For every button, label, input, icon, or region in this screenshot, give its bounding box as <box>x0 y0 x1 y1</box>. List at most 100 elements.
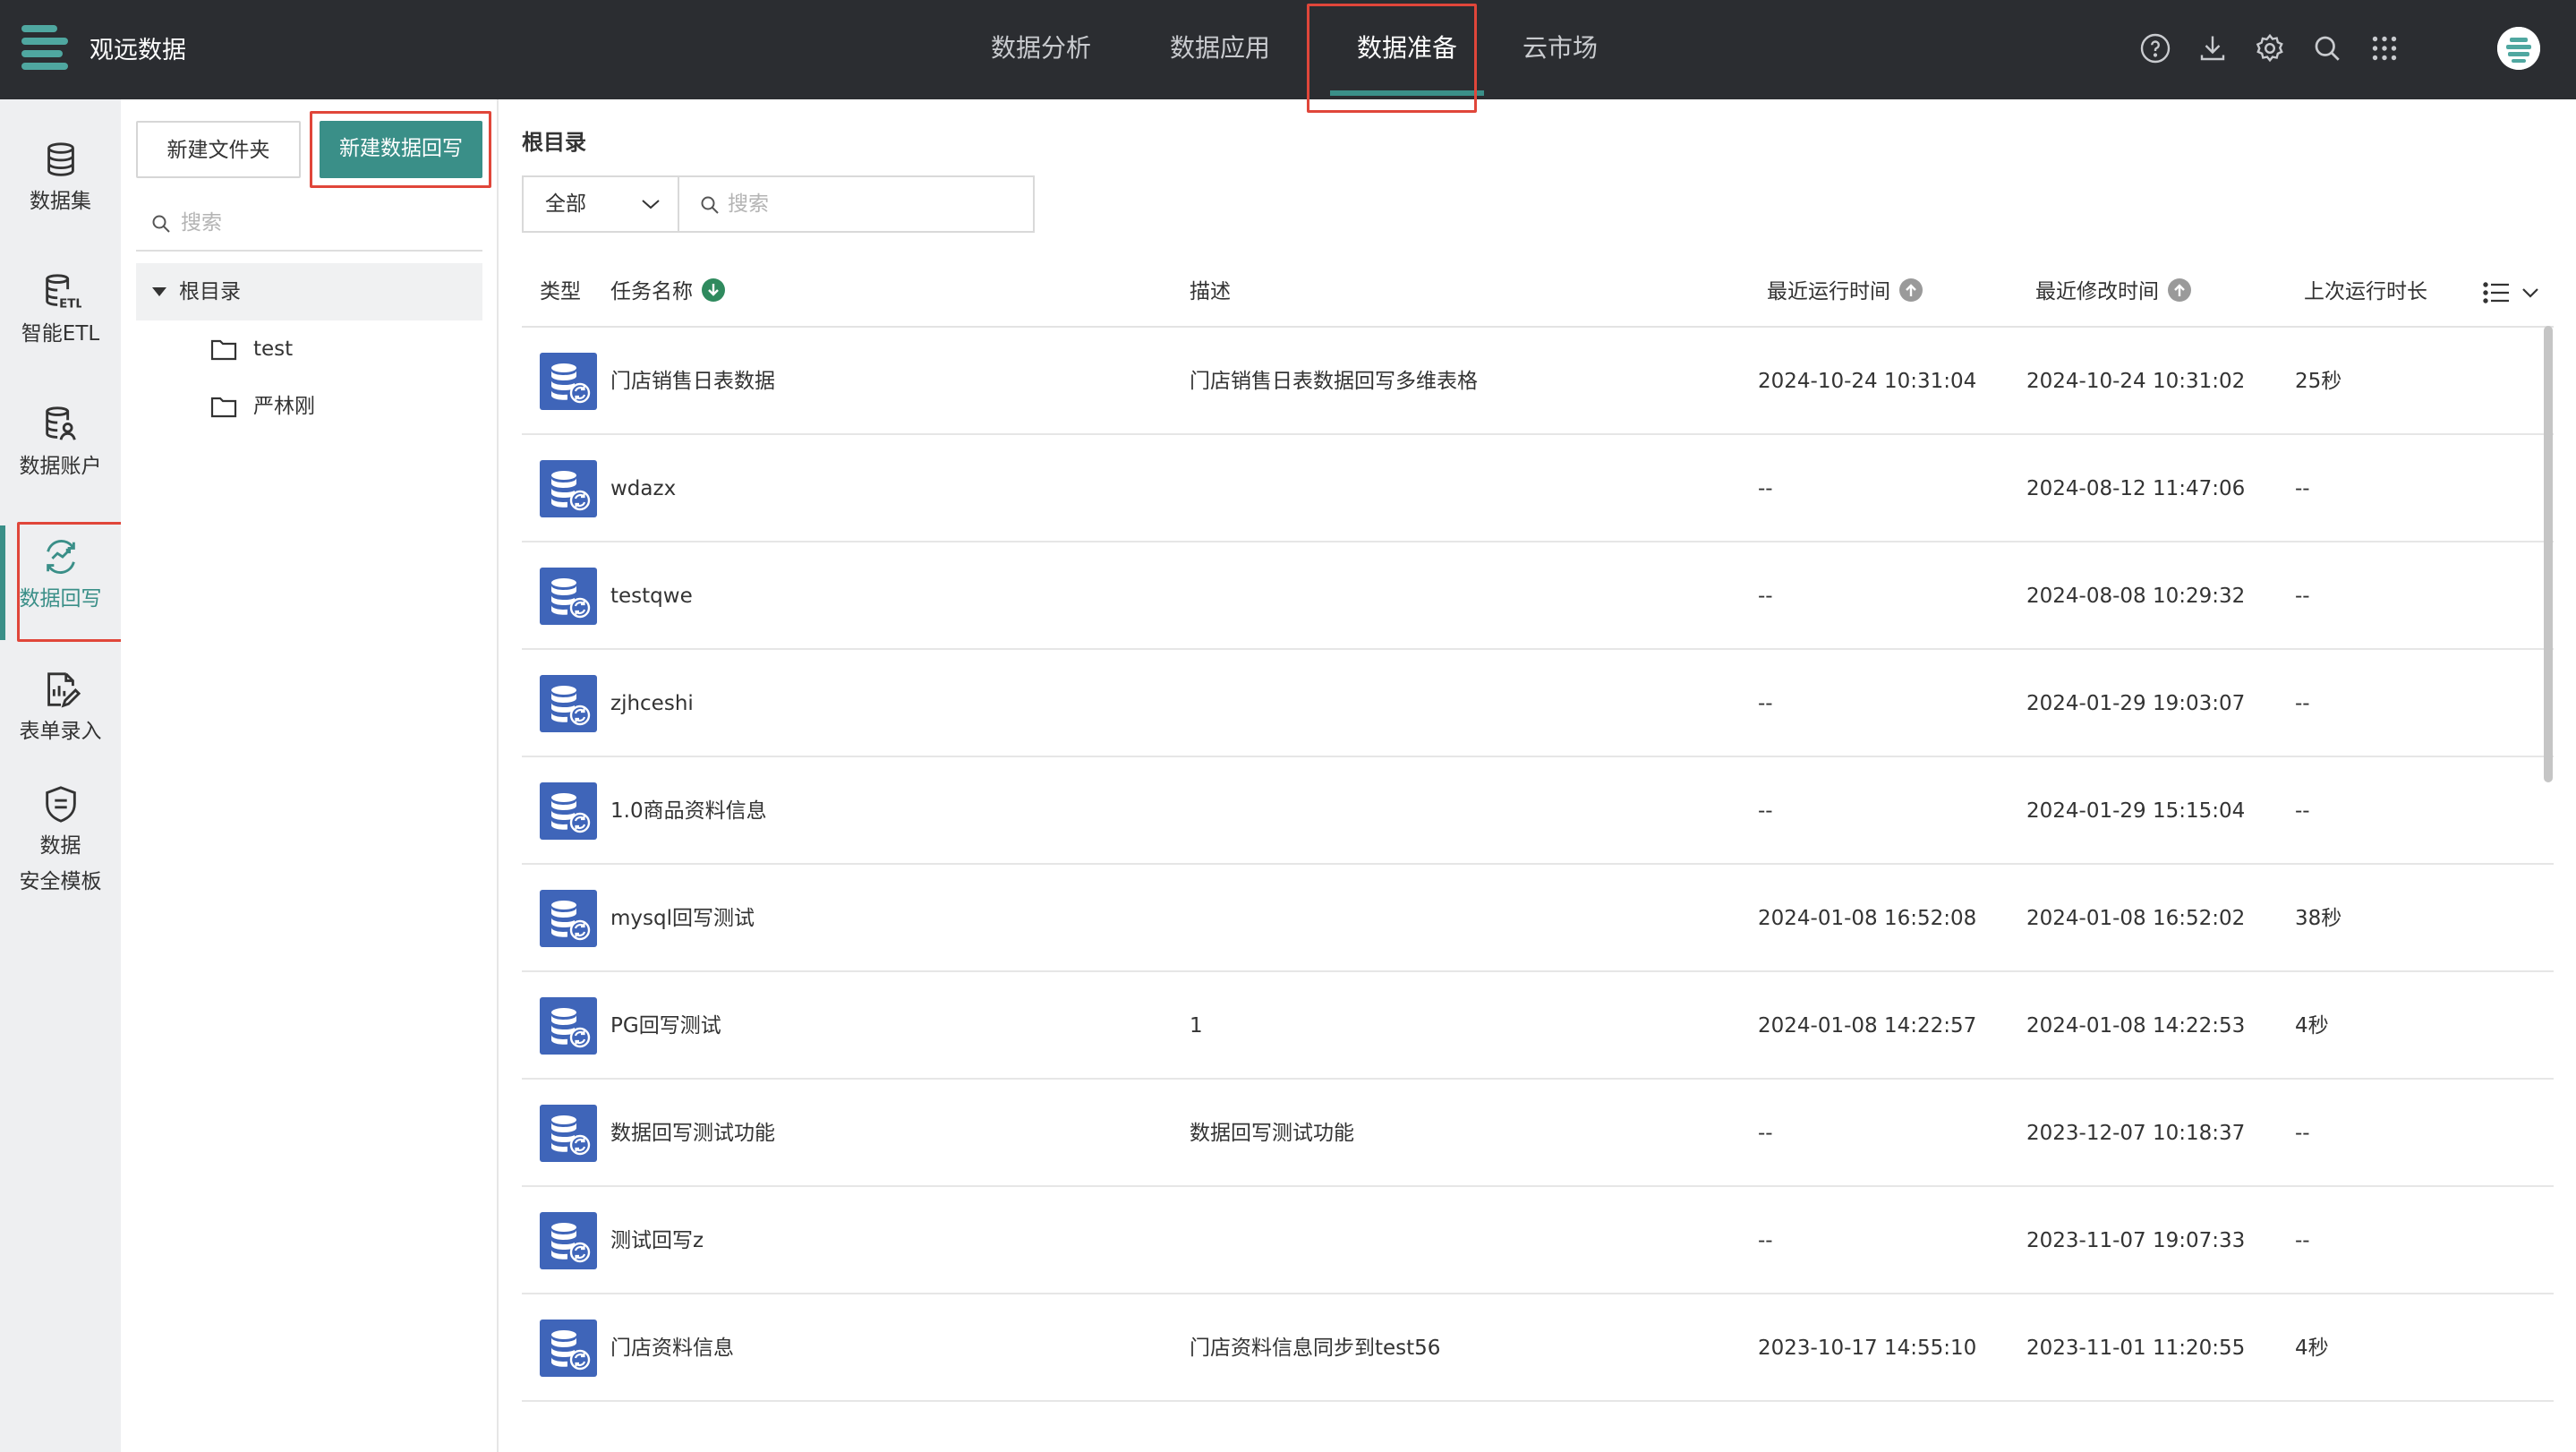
cell-duration: -- <box>2295 477 2310 500</box>
cell-description: 门店销售日表数据回写多维表格 <box>1190 370 1478 393</box>
breadcrumb: 根目录 <box>522 130 586 155</box>
table-row[interactable]: mysql回写测试 2024-01-08 16:52:08 2024-01-08 1… <box>522 865 2554 972</box>
cell-last-modified: 2023-11-07 19:07:33 <box>2026 1229 2246 1252</box>
writeback-task-icon <box>540 353 597 410</box>
sort-toggle-icon[interactable] <box>1899 278 1923 302</box>
col-header-name-label: 任务名称 <box>610 280 693 303</box>
col-header-last-run[interactable]: 最近运行时间 <box>1767 256 1923 328</box>
cell-task-name[interactable]: 数据回写测试功能 <box>610 1080 775 1187</box>
new-folder-button[interactable]: 新建文件夹 <box>136 121 301 178</box>
sort-toggle-icon[interactable] <box>2168 278 2191 302</box>
table-row[interactable]: PG回写测试 1 2024-01-08 14:22:57 2024-01-08 14:… <box>522 972 2554 1080</box>
table-row[interactable]: zjhceshi -- 2024-01-29 19:03:07 -- <box>522 650 2554 757</box>
caret-down-icon[interactable] <box>152 287 166 296</box>
type-filter-select[interactable]: 全部 <box>522 175 679 233</box>
cell-duration: 38秒 <box>2295 907 2342 930</box>
left-icon-rail: 数据集 ETL 智能ETL 数据账户 数据回写 表单录入 数据 安全模板 <box>0 99 124 1452</box>
rail-item-data-accounts[interactable]: 数据账户 <box>0 404 121 484</box>
writeback-task-icon <box>540 675 597 732</box>
sort-desc-icon[interactable] <box>702 278 725 302</box>
list-search-input[interactable]: 搜索 <box>678 175 1035 233</box>
cell-last-run: -- <box>1758 585 1773 608</box>
cell-duration: -- <box>2295 799 2310 823</box>
nav-tab-data-prep-label: 数据准备 <box>1356 33 1457 63</box>
tree-root-node[interactable]: 根目录 <box>136 263 482 320</box>
column-settings-button[interactable] <box>2482 279 2545 306</box>
list-search-placeholder: 搜索 <box>728 192 769 216</box>
tree-folder-label: test <box>253 337 294 361</box>
cell-last-modified: 2024-01-08 14:22:53 <box>2026 1014 2246 1038</box>
col-header-name[interactable]: 任务名称 <box>610 256 725 328</box>
rail-label-smart-etl: 智能ETL <box>21 322 100 346</box>
cell-duration: 25秒 <box>2295 370 2342 393</box>
top-bar: 观远数据 数据分析 数据应用 数据准备 云市场 <box>0 0 2576 113</box>
settings-icon[interactable] <box>2254 32 2286 64</box>
cell-task-name[interactable]: wdazx <box>610 435 676 542</box>
search-icon[interactable] <box>2311 32 2343 64</box>
list-columns-icon <box>2483 282 2538 303</box>
rail-item-form-entry[interactable]: 表单录入 <box>0 669 121 749</box>
folder-tree-panel: 新建文件夹 新建数据回写 搜索 根目录 test 严林刚 <box>121 99 499 1452</box>
active-tab-underline <box>1330 90 1484 96</box>
col-header-last-modified-label: 最近修改时间 <box>2035 280 2159 303</box>
data-account-icon <box>45 406 76 440</box>
tree-search-input[interactable]: 搜索 <box>136 194 482 252</box>
rail-item-datasets[interactable]: 数据集 <box>0 139 121 219</box>
apps-grid-icon[interactable] <box>2368 32 2401 64</box>
cell-duration: -- <box>2295 692 2310 715</box>
cell-last-modified: 2024-01-29 15:15:04 <box>2026 799 2246 823</box>
col-header-last-modified[interactable]: 最近修改时间 <box>2035 256 2191 328</box>
cell-duration: -- <box>2295 585 2310 608</box>
app-title: 观远数据 <box>90 37 186 64</box>
cell-description: 1 <box>1190 1014 1203 1038</box>
nav-tab-cloud-market[interactable]: 云市场 <box>1502 0 1618 99</box>
cell-description: 数据回写测试功能 <box>1190 1122 1354 1145</box>
cell-task-name[interactable]: mysql回写测试 <box>610 865 755 972</box>
new-writeback-button[interactable]: 新建数据回写 <box>320 121 482 178</box>
cell-last-run: -- <box>1758 1122 1773 1145</box>
form-entry-icon <box>47 672 81 708</box>
table-row[interactable]: 测试回写z -- 2023-11-07 19:07:33 -- <box>522 1187 2554 1294</box>
rail-item-smart-etl[interactable]: ETL 智能ETL <box>0 271 121 352</box>
cell-last-modified: 2024-01-29 19:03:07 <box>2026 692 2246 715</box>
cell-task-name[interactable]: 门店资料信息 <box>610 1294 734 1402</box>
folder-icon <box>210 339 237 361</box>
rail-label-security-template-line1: 数据 <box>39 834 81 858</box>
rail-item-data-writeback[interactable]: 数据回写 <box>0 525 121 640</box>
tree-folder-item[interactable]: test <box>210 327 293 372</box>
table-row[interactable]: 门店销售日表数据 门店销售日表数据回写多维表格 2024-10-24 10:31:0… <box>522 328 2554 435</box>
cell-task-name[interactable]: zjhceshi <box>610 650 694 757</box>
cell-task-name[interactable]: testqwe <box>610 542 693 650</box>
cell-last-modified: 2024-08-12 11:47:06 <box>2026 477 2246 500</box>
app-logo-icon[interactable] <box>21 23 68 73</box>
rail-item-security-template[interactable]: 数据 安全模板 <box>0 783 121 900</box>
help-icon[interactable] <box>2139 32 2171 64</box>
nav-tab-data-analysis[interactable]: 数据分析 <box>983 0 1099 99</box>
table-row[interactable]: 数据回写测试功能 数据回写测试功能 -- 2023-12-07 10:18:37 -- <box>522 1080 2554 1187</box>
tree-folder-label: 严林刚 <box>253 395 315 418</box>
rail-label-datasets: 数据集 <box>30 190 91 213</box>
table-row[interactable]: testqwe -- 2024-08-08 10:29:32 -- <box>522 542 2554 650</box>
rail-active-indicator <box>0 525 5 640</box>
cell-description: 门店资料信息同步到test56 <box>1190 1337 1441 1360</box>
table-row[interactable]: 门店资料信息 门店资料信息同步到test56 2023-10-17 14:55:10… <box>522 1294 2554 1402</box>
tree-folder-item[interactable]: 严林刚 <box>210 384 315 429</box>
table-row[interactable]: wdazx -- 2024-08-12 11:47:06 -- <box>522 435 2554 542</box>
writeback-task-icon <box>540 1212 597 1269</box>
cell-task-name[interactable]: 门店销售日表数据 <box>610 328 775 435</box>
security-template-icon <box>45 786 76 823</box>
table-row[interactable]: 1.0商品资料信息 -- 2024-01-29 15:15:04 -- <box>522 757 2554 865</box>
rail-label-form-entry: 表单录入 <box>19 720 102 743</box>
cell-task-name[interactable]: 1.0商品资料信息 <box>610 757 767 865</box>
writeback-task-icon <box>540 997 597 1055</box>
table-scrollbar[interactable] <box>2544 326 2553 782</box>
database-icon <box>47 142 74 176</box>
download-icon[interactable] <box>2196 32 2229 64</box>
nav-tab-data-apps[interactable]: 数据应用 <box>1162 0 1278 99</box>
cell-task-name[interactable]: PG回写测试 <box>610 972 721 1080</box>
avatar[interactable] <box>2497 27 2540 70</box>
cell-last-run: -- <box>1758 692 1773 715</box>
svg-text:ETL: ETL <box>59 297 81 311</box>
nav-tab-data-prep[interactable]: 数据准备 <box>1318 0 1497 99</box>
cell-task-name[interactable]: 测试回写z <box>610 1187 704 1294</box>
